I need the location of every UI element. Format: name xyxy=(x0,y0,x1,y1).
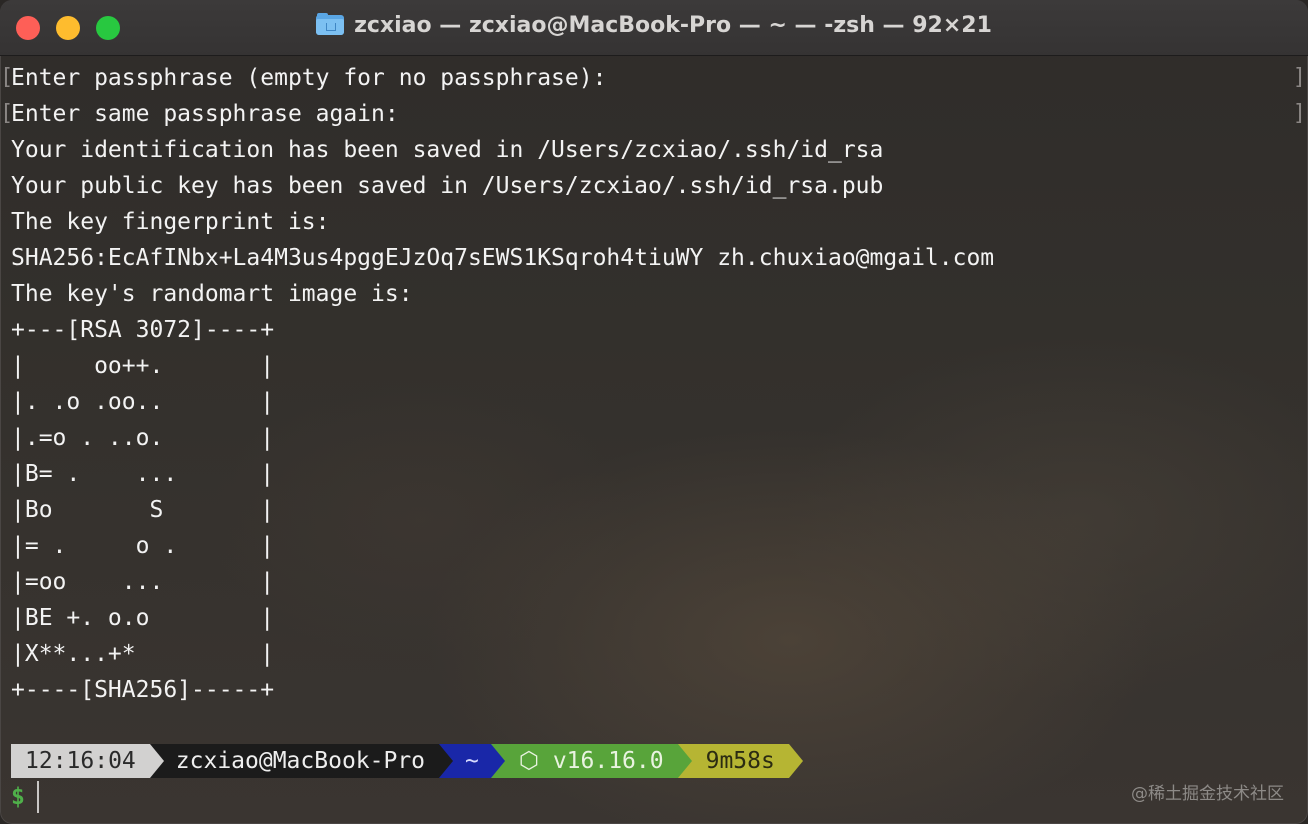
window-title-text: zcxiao — zcxiao@MacBook-Pro — ~ — -zsh —… xyxy=(354,13,992,38)
output-line: Your identification has been saved in /U… xyxy=(11,137,884,163)
terminal-window: zcxiao — zcxiao@MacBook-Pro — ~ — -zsh —… xyxy=(0,0,1308,824)
prompt-node-version: ⬡ v16.16.0 xyxy=(490,744,692,778)
output-line: The key's randomart image is: xyxy=(11,281,413,307)
command-input-line[interactable]: $ xyxy=(11,780,39,814)
text-cursor xyxy=(36,781,39,813)
randomart-line: |=oo ... | xyxy=(11,569,275,595)
randomart-line: +---[RSA 3072]----+ xyxy=(11,317,275,343)
output-line: SHA256:EcAfINbx+La4M3us4pggEJzOq7sEWS1KS… xyxy=(11,245,995,271)
randomart-line: |BE +. o.o | xyxy=(11,605,275,631)
output-line: The key fingerprint is: xyxy=(11,209,330,235)
randomart-line: | oo++. | xyxy=(11,353,275,379)
window-title: zcxiao — zcxiao@MacBook-Pro — ~ — -zsh —… xyxy=(0,13,1308,38)
watermark: @稀土掘金技术社区 xyxy=(1131,784,1284,804)
powerline-prompt: 12:16:04 zcxiao@MacBook-Pro ~ ⬡ v16.16.0… xyxy=(11,744,804,778)
prompt-time: 12:16:04 xyxy=(11,744,164,778)
randomart-line: |Bo S | xyxy=(11,497,275,523)
prompt-duration: 9m58s xyxy=(677,744,804,778)
randomart-line: |X**...+* | xyxy=(11,641,275,667)
randomart-line: +----[SHA256]-----+ xyxy=(11,677,275,703)
output-line: Your public key has been saved in /Users… xyxy=(11,173,884,199)
prompt-host: zcxiao@MacBook-Pro xyxy=(149,744,454,778)
home-folder-icon xyxy=(316,13,345,35)
randomart-line: |.=o . ..o. | xyxy=(11,425,275,451)
randomart-line: |. .o .oo.. | xyxy=(11,389,275,415)
randomart-line: |= . o . | xyxy=(11,533,275,559)
output-line: Enter passphrase (empty for no passphras… xyxy=(11,65,607,91)
randomart-line: |B= . ... | xyxy=(11,461,275,487)
output-line: Enter same passphrase again: xyxy=(11,101,399,127)
mark-bracket-right-2: ] xyxy=(1292,101,1306,126)
mark-bracket-right-1: ] xyxy=(1292,65,1306,90)
terminal-output[interactable]: Enter passphrase (empty for no passphras… xyxy=(11,60,1071,708)
title-bar[interactable]: zcxiao — zcxiao@MacBook-Pro — ~ — -zsh —… xyxy=(0,0,1308,56)
prompt-symbol: $ xyxy=(11,784,25,810)
